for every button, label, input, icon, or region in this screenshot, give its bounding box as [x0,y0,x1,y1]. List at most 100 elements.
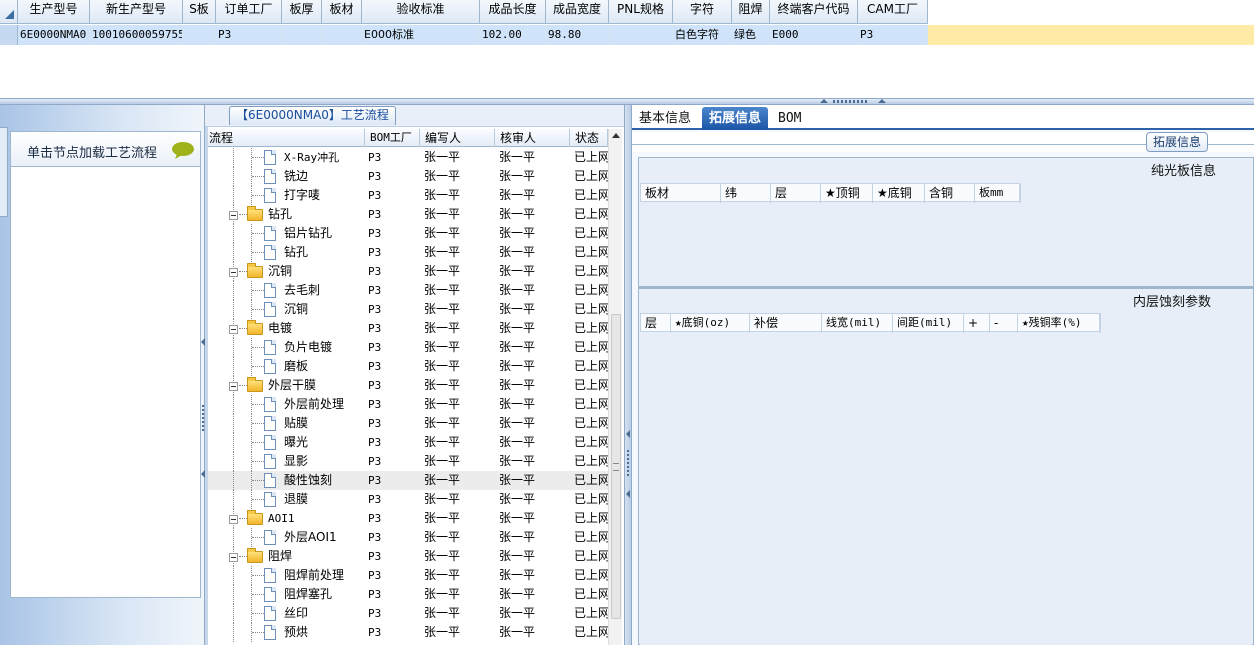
document-icon [264,530,276,545]
horizontal-splitter[interactable] [0,98,1254,105]
tree-row[interactable]: 曝光 P3 张一平 张一平 已上网 [208,433,608,452]
section-column-header[interactable]: ★底铜 [873,184,925,203]
tab-extended-info[interactable]: 拓展信息 [702,107,769,130]
section-column-header[interactable]: ★残铜率(%) [1018,314,1100,333]
collapse-left-arrow-icon[interactable] [626,430,630,438]
tree-row[interactable]: 丝印 P3 张一平 张一平 已上网 [208,604,608,623]
tree-column-header[interactable]: 编写人 [420,129,495,147]
tree-column-header[interactable]: 核审人 [495,129,570,147]
section-column-header[interactable]: - [990,314,1018,333]
tree-row[interactable]: 铣边 P3 张一平 张一平 已上网 [208,167,608,186]
section-column-header[interactable]: ★底铜(oz) [671,314,750,333]
tree-row[interactable]: AOI1 P3 张一平 张一平 已上网 [208,509,608,528]
tree-line [233,224,234,243]
column-header[interactable]: 新生产型号 [90,0,183,24]
column-header[interactable]: S板 [183,0,216,24]
collapse-left-arrow-icon[interactable] [626,490,630,498]
collapse-toggle-icon[interactable] [229,325,238,334]
section-column-header[interactable]: 补偿 [750,314,822,333]
column-header[interactable]: PNL规格 [609,0,673,24]
tree-row[interactable]: 外层干膜 P3 张一平 张一平 已上网 [208,376,608,395]
tree-row[interactable]: 阻焊 P3 张一平 张一平 已上网 [208,547,608,566]
tree-row[interactable]: 铝片钻孔 P3 张一平 张一平 已上网 [208,224,608,243]
right-splitter[interactable] [624,105,632,645]
collapse-toggle-icon[interactable] [229,268,238,277]
tree-row[interactable]: 贴膜 P3 张一平 张一平 已上网 [208,414,608,433]
collapse-toggle-icon[interactable] [229,553,238,562]
section-column-header[interactable]: + [964,314,990,333]
tree-row[interactable]: 酸性蚀刻 P3 张一平 张一平 已上网 [208,471,608,490]
tree-row[interactable]: X-Ray冲孔 P3 张一平 张一平 已上网 [208,148,608,167]
tree-row[interactable]: 电镀 P3 张一平 张一平 已上网 [208,319,608,338]
column-header[interactable]: 字符 [673,0,732,24]
section-column-header[interactable]: 线宽(mil) [822,314,893,333]
tree-row[interactable]: 阻焊前处理 P3 张一平 张一平 已上网 [208,566,608,585]
section-column-header[interactable]: ★顶铜 [821,184,873,203]
section-column-header[interactable]: 层 [641,314,671,333]
tree-row[interactable]: 外层前处理 P3 张一平 张一平 已上网 [208,395,608,414]
tree-row[interactable]: 预烘 P3 张一平 张一平 已上网 [208,623,608,642]
collapse-toggle-icon[interactable] [229,211,238,220]
tree-row[interactable]: 显影 P3 张一平 张一平 已上网 [208,452,608,471]
splitter-grip[interactable] [627,450,629,476]
scroll-up-arrow-icon[interactable] [612,133,620,138]
tree-row[interactable]: 去毛刺 P3 张一平 张一平 已上网 [208,281,608,300]
tree-reviewer-cell: 张一平 [499,283,536,297]
tree-column-header[interactable]: 状态 [570,129,608,147]
column-header[interactable]: 板材 [322,0,362,24]
row-header[interactable] [0,25,18,45]
column-header[interactable]: CAM工厂 [858,0,928,24]
splitter-grip[interactable] [202,405,204,431]
section-column-header[interactable]: 层 [771,184,821,203]
folder-icon [247,263,263,278]
tree-row[interactable]: 磨板 P3 张一平 张一平 已上网 [208,357,608,376]
tree-row[interactable]: 退膜 P3 张一平 张一平 已上网 [208,490,608,509]
tree-row[interactable]: 钻孔 P3 张一平 张一平 已上网 [208,205,608,224]
column-header[interactable]: 板厚 [282,0,322,24]
collapse-toggle-icon[interactable] [229,382,238,391]
bare-board-body[interactable] [640,203,1252,285]
section-column-header[interactable]: 含铜 [925,184,975,203]
tree-row[interactable]: 外层AOI1 P3 张一平 张一平 已上网 [208,528,608,547]
tree-row[interactable]: 负片电镀 P3 张一平 张一平 已上网 [208,338,608,357]
tree-node-label: 丝印 [284,606,309,620]
table-row[interactable]: 6E0000NMA0 10010600059755 P3 E000标准 102.00 98… [0,25,928,45]
tree-reviewer-cell: 张一平 [499,568,536,582]
tree-row[interactable]: 沉铜 P3 张一平 张一平 已上网 [208,300,608,319]
tree-row[interactable]: 打字唛 P3 张一平 张一平 已上网 [208,186,608,205]
tab-basic-info[interactable]: 基本信息 [632,107,698,130]
collapse-up-arrow-icon[interactable] [820,99,828,103]
column-header[interactable]: 阻焊 [732,0,770,24]
tree-row[interactable]: 钻孔 P3 张一平 张一平 已上网 [208,243,608,262]
select-all-corner[interactable] [0,0,18,24]
splitter-grip[interactable] [833,100,867,103]
tree-column-header[interactable]: 流程 [208,129,365,147]
tree-row[interactable]: 沉铜 P3 张一平 张一平 已上网 [208,262,608,281]
inner-etch-body[interactable] [640,333,1252,645]
speech-bubble-icon[interactable] [171,141,195,159]
tree-node-label: 负片电镀 [284,340,333,354]
tree-factory-cell: P3 [368,341,382,354]
column-header[interactable]: 终端客户代码 [770,0,858,24]
column-header[interactable]: 成品长度 [480,0,546,24]
tree-column-header[interactable]: BOM工厂 [365,129,420,147]
section-column-header[interactable]: 纬 [721,184,771,203]
tree-scrollbar[interactable] [608,129,622,645]
tree-row[interactable]: 阻焊塞孔 P3 张一平 张一平 已上网 [208,585,608,604]
scroll-thumb[interactable] [611,314,621,619]
tree-line [252,366,264,367]
node-load-box[interactable]: 单击节点加载工艺流程 [10,131,201,598]
tab-bom[interactable]: BOM [771,107,808,130]
column-header[interactable]: 验收标准 [362,0,480,24]
section-column-header[interactable]: 板材 [641,184,721,203]
collapse-toggle-icon[interactable] [229,515,238,524]
section-column-header[interactable]: 间距(mil) [893,314,964,333]
column-header[interactable]: 生产型号 [18,0,90,24]
section-column-header[interactable]: 板mm [975,184,1021,203]
tree-line [233,281,234,300]
column-header[interactable]: 成品宽度 [546,0,609,24]
document-icon [264,169,276,184]
left-side-tab[interactable] [0,127,8,217]
collapse-up-arrow-icon[interactable] [878,99,886,103]
column-header[interactable]: 订单工厂 [216,0,282,24]
